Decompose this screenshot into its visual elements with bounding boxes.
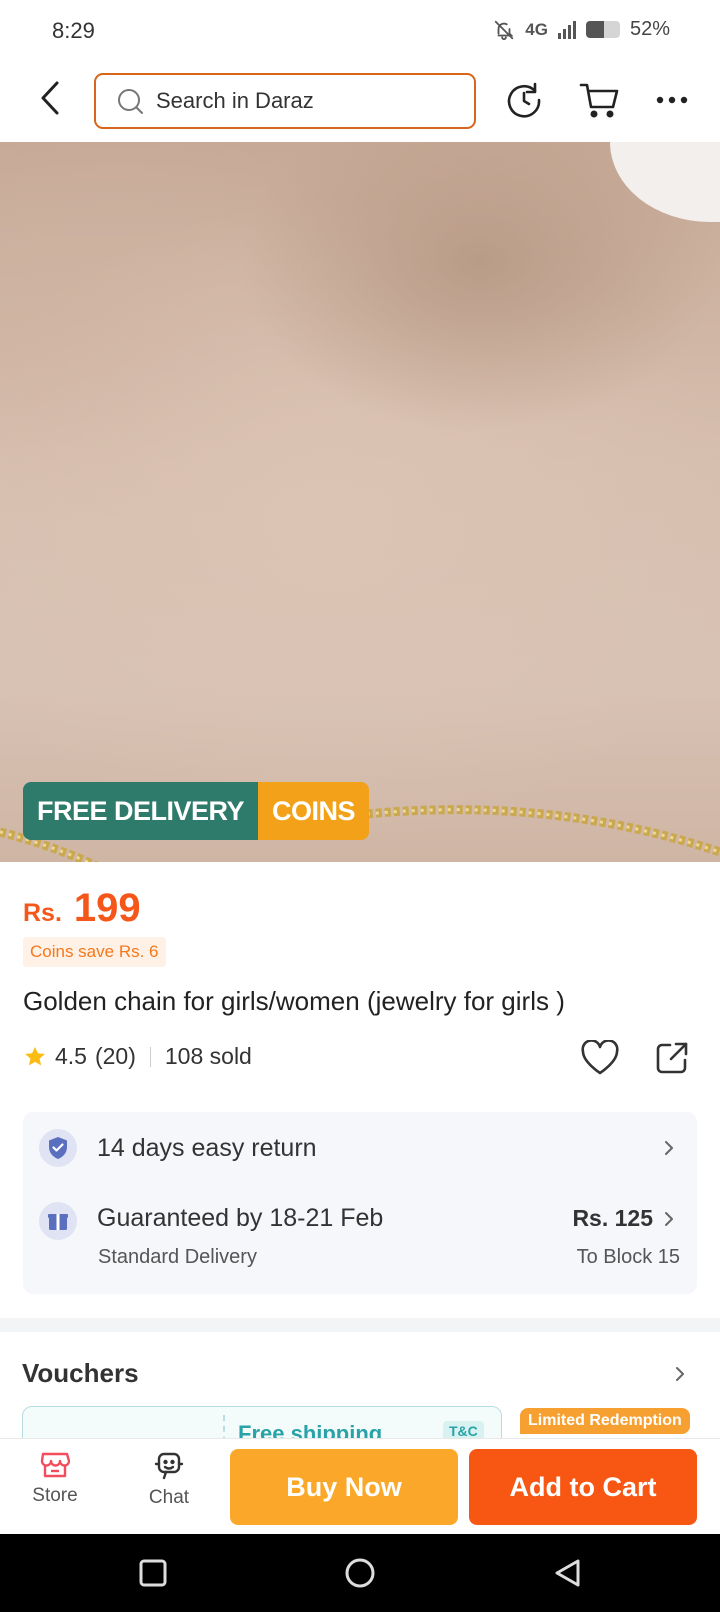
heart-icon (581, 1040, 619, 1075)
store-icon (40, 1452, 70, 1478)
status-bar: 8:29 4G 52% (0, 0, 720, 62)
buy-now-button[interactable]: Buy Now (230, 1449, 458, 1525)
chat-button[interactable]: Chat (129, 1451, 209, 1509)
network-label: 4G (525, 19, 548, 39)
square-icon (139, 1559, 167, 1587)
delivery-row[interactable]: Guaranteed by 18-21 Feb Standard Deliver… (23, 1184, 697, 1294)
share-button[interactable] (650, 1036, 694, 1080)
add-to-cart-button[interactable]: Add to Cart (469, 1449, 697, 1525)
status-time: 8:29 (52, 18, 95, 43)
coins-save-tag: Coins save Rs. 6 (23, 937, 166, 967)
bottom-action-bar: Store Chat Buy Now Add to Cart (0, 1438, 720, 1534)
delivery-price: Rs. 125 (572, 1205, 653, 1231)
divider (149, 1046, 151, 1067)
back-nav-button[interactable] (547, 1553, 587, 1593)
delivery-box-icon (39, 1202, 77, 1240)
limited-redemption-tag: Limited Redemption (520, 1408, 690, 1434)
recents-button[interactable] (133, 1553, 173, 1593)
top-header: Search in Daraz (0, 62, 720, 142)
section-divider (0, 1318, 720, 1332)
more-icon (656, 96, 688, 104)
price: Rs. 199 (23, 886, 141, 931)
search-input[interactable]: Search in Daraz (94, 73, 476, 129)
home-button[interactable] (340, 1553, 380, 1593)
rating-row[interactable]: 4.5 (20) 108 sold (23, 1043, 252, 1070)
back-button[interactable] (30, 78, 70, 118)
system-nav-bar (0, 1534, 720, 1612)
coins-badge: COINS (258, 782, 370, 840)
delivery-type: Standard Delivery (98, 1246, 257, 1268)
shield-icon (39, 1129, 77, 1167)
chevron-right-icon[interactable] (672, 1366, 688, 1382)
battery-percent: 52% (629, 18, 670, 40)
chevron-right-icon (665, 1212, 673, 1226)
hair-shape (610, 142, 720, 222)
service-card: 14 days easy return Guaranteed by 18-21 … (23, 1112, 697, 1294)
return-policy-text: 14 days easy return (97, 1134, 317, 1162)
vouchers-title[interactable]: Vouchers (22, 1358, 139, 1389)
battery-icon (585, 21, 620, 38)
cart-button[interactable] (577, 78, 621, 122)
history-icon (507, 82, 541, 118)
product-image[interactable]: FREE DELIVERY COINS (0, 142, 720, 862)
search-icon (118, 89, 143, 114)
free-delivery-badge: FREE DELIVERY (23, 782, 259, 840)
chat-icon (154, 1452, 184, 1480)
status-icons: 4G 52% (493, 18, 670, 41)
signal-icon (557, 20, 576, 39)
search-placeholder: Search in Daraz (156, 88, 314, 113)
circle-icon (345, 1558, 375, 1588)
sold-count: 108 sold (164, 1043, 252, 1069)
price-value: 199 (73, 886, 141, 930)
delivery-guarantee: Guaranteed by 18-21 Feb (97, 1204, 384, 1232)
rating-count: (20) (94, 1043, 136, 1069)
back-arrow-icon (41, 81, 59, 115)
promo-badge: FREE DELIVERY COINS (23, 782, 370, 840)
store-label: Store (32, 1485, 78, 1506)
wishlist-button[interactable] (578, 1036, 622, 1080)
bell-off-icon (495, 20, 514, 40)
more-options-button[interactable] (650, 78, 694, 122)
cart-icon (579, 83, 619, 118)
chat-label: Chat (148, 1487, 190, 1508)
star-icon (25, 1046, 45, 1065)
share-icon (656, 1042, 688, 1074)
product-title: Golden chain for girls/women (jewelry fo… (23, 986, 565, 1016)
history-button[interactable] (502, 78, 546, 122)
price-currency: Rs. (23, 899, 62, 927)
chevron-right-icon (665, 1141, 673, 1155)
delivery-location: To Block 15 (576, 1246, 680, 1268)
store-button[interactable]: Store (15, 1451, 95, 1507)
triangle-back-icon (555, 1559, 580, 1587)
return-policy-row[interactable]: 14 days easy return (23, 1112, 697, 1184)
rating-value: 4.5 (55, 1043, 87, 1069)
